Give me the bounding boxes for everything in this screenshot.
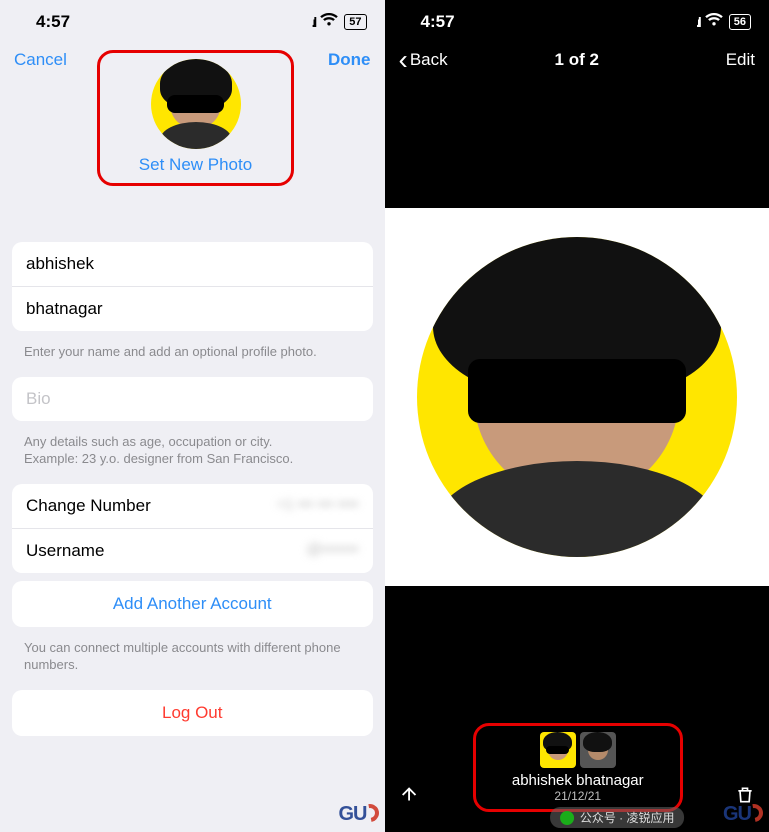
last-name-field[interactable]: bhatnagar	[12, 287, 373, 331]
logout-section: Log Out	[12, 690, 373, 736]
profile-edit-screen: 4:57 .ıl 57 Cancel Done Set New Photo ab…	[0, 0, 385, 832]
watermark-gadgets-to-use: GU	[723, 803, 763, 826]
logout-button[interactable]: Log Out	[12, 690, 373, 736]
add-another-account-button[interactable]: Add Another Account	[12, 581, 373, 627]
battery-icon: 56	[729, 14, 751, 30]
back-button[interactable]: ‹ Back	[399, 50, 448, 70]
battery-icon: 57	[344, 14, 366, 30]
photo-viewer-screen: 4:57 .ıl 56 ‹ Back 1 of 2 Edit	[385, 0, 769, 832]
add-account-section: Add Another Account	[12, 581, 373, 627]
edit-button[interactable]: Edit	[726, 50, 755, 70]
photo-thumbnails	[492, 732, 664, 768]
name-footer: Enter your name and add an optional prof…	[0, 339, 385, 377]
highlight-set-photo: Set New Photo	[97, 50, 294, 186]
cellular-signal-icon: .ıl	[696, 14, 699, 30]
profile-name-label: abhishek bhatnagar	[492, 772, 664, 789]
photo-thumb-1[interactable]	[540, 732, 576, 768]
photo-date-label: 21/12/21	[492, 789, 664, 803]
cancel-button[interactable]: Cancel	[14, 50, 67, 70]
photo-toolbar: abhishek bhatnagar 21/12/21	[385, 723, 769, 812]
photo-canvas[interactable]	[385, 208, 769, 586]
wechat-overlay-label: 公众号 · 凌锐应用	[550, 807, 685, 828]
status-time: 4:57	[36, 12, 312, 32]
wifi-icon	[705, 12, 723, 32]
add-account-footer: You can connect multiple accounts with d…	[0, 635, 385, 690]
bio-footer: Any details such as age, occupation or c…	[0, 429, 385, 484]
wechat-icon	[560, 811, 574, 825]
wifi-icon	[320, 12, 338, 32]
bio-section: Bio	[12, 377, 373, 421]
set-new-photo-button[interactable]: Set New Photo	[114, 155, 277, 175]
bio-field[interactable]: Bio	[12, 377, 373, 421]
chevron-left-icon: ‹	[399, 51, 408, 69]
status-bar-right: 4:57 .ıl 56	[385, 0, 769, 44]
status-indicators: .ıl 56	[696, 12, 751, 32]
name-section: abhishek bhatnagar	[12, 242, 373, 331]
share-icon[interactable]	[399, 784, 421, 812]
username-row[interactable]: Username@•••••••	[12, 529, 373, 573]
status-bar-left: 4:57 .ıl 57	[0, 0, 385, 44]
cellular-signal-icon: .ıl	[312, 14, 315, 30]
done-button[interactable]: Done	[328, 50, 371, 70]
profile-photo-large	[417, 237, 737, 557]
status-time: 4:57	[421, 12, 697, 32]
status-indicators: .ıl 57	[312, 12, 367, 32]
photo-thumb-2[interactable]	[580, 732, 616, 768]
highlight-photo-thumbs: abhishek bhatnagar 21/12/21	[473, 723, 683, 812]
nav-bar: ‹ Back 1 of 2 Edit	[385, 44, 769, 70]
watermark-gadgets-to-use: GU	[339, 803, 379, 826]
change-number-row[interactable]: Change Number+1 ••• ••• ••••	[12, 484, 373, 529]
profile-avatar[interactable]	[151, 59, 241, 149]
first-name-field[interactable]: abhishek	[12, 242, 373, 287]
account-links-section: Change Number+1 ••• ••• •••• Username@••…	[12, 484, 373, 573]
